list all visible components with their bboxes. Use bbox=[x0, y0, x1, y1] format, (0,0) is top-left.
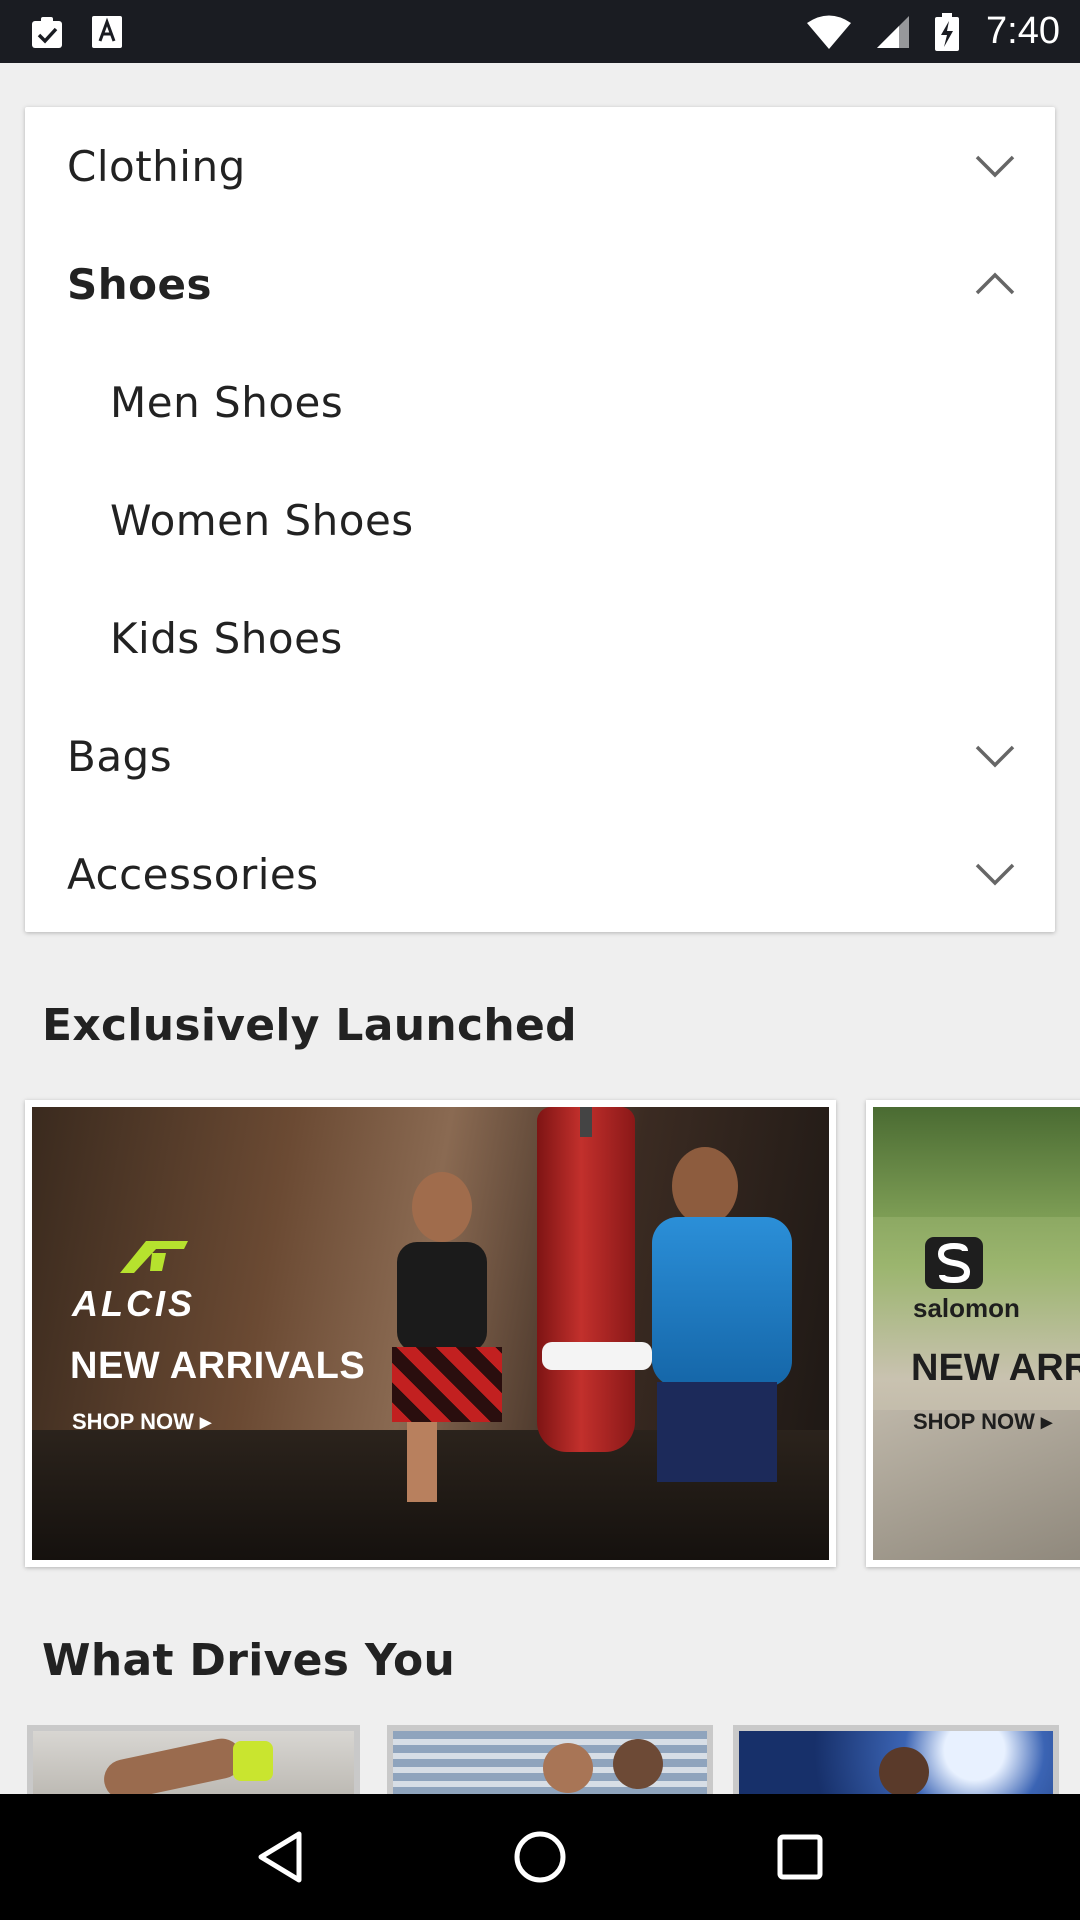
banner-headline: NEW ARRIVALS bbox=[70, 1345, 366, 1387]
status-bar: 7:40 bbox=[0, 0, 1080, 63]
recents-icon[interactable] bbox=[760, 1817, 840, 1897]
signal-icon bbox=[874, 13, 912, 51]
subcategory-item-women-shoes[interactable]: Women Shoes bbox=[25, 461, 1055, 579]
category-item-bags[interactable]: Bags bbox=[25, 697, 1055, 815]
subcategory-item-men-shoes[interactable]: Men Shoes bbox=[25, 343, 1055, 461]
athlete-man-image bbox=[542, 1147, 812, 1547]
wifi-icon bbox=[806, 13, 852, 51]
punching-bag-image bbox=[537, 1107, 635, 1452]
banner-image: salomon NEW ARR SHOP NOW ▸ bbox=[873, 1107, 1080, 1560]
category-label: Bags bbox=[67, 731, 173, 781]
subcategory-label: Women Shoes bbox=[110, 495, 414, 545]
banner-brand: ALCIS bbox=[72, 1283, 195, 1324]
banner-alcis[interactable]: ALCIS NEW ARRIVALS SHOP NOW ▸ bbox=[25, 1100, 836, 1567]
category-label: Clothing bbox=[67, 141, 246, 191]
section-title-drives: What Drives You bbox=[42, 1635, 456, 1686]
section-title-exclusive: Exclusively Launched bbox=[42, 1000, 577, 1051]
drives-tile-football[interactable] bbox=[733, 1725, 1059, 1795]
drives-tile-training[interactable] bbox=[387, 1725, 713, 1795]
banner-salomon[interactable]: salomon NEW ARR SHOP NOW ▸ bbox=[866, 1100, 1080, 1567]
subcategory-label: Kids Shoes bbox=[110, 613, 343, 663]
chevron-down-icon bbox=[975, 745, 1015, 768]
category-item-clothing[interactable]: Clothing bbox=[25, 107, 1055, 225]
salomon-logo-icon bbox=[925, 1237, 983, 1289]
subcategory-item-kids-shoes[interactable]: Kids Shoes bbox=[25, 579, 1055, 697]
banner-cta[interactable]: SHOP NOW ▸ bbox=[72, 1409, 211, 1435]
clipboard-check-icon bbox=[28, 13, 66, 51]
back-icon[interactable] bbox=[240, 1817, 320, 1897]
alcis-logo-icon bbox=[112, 1237, 192, 1275]
home-icon[interactable] bbox=[500, 1817, 580, 1897]
battery-charging-icon bbox=[934, 12, 960, 51]
category-list: Clothing Shoes Men Shoes Women Shoes Kid… bbox=[25, 107, 1055, 932]
subcategory-label: Men Shoes bbox=[110, 377, 344, 427]
banner-brand: salomon bbox=[913, 1293, 1020, 1323]
drives-tile-running[interactable] bbox=[27, 1725, 360, 1795]
navigation-bar bbox=[0, 1794, 1080, 1920]
category-item-accessories[interactable]: Accessories bbox=[25, 815, 1055, 933]
chevron-down-icon bbox=[975, 863, 1015, 886]
category-label: Accessories bbox=[67, 849, 319, 899]
category-item-shoes[interactable]: Shoes bbox=[25, 225, 1055, 343]
banner-image: ALCIS NEW ARRIVALS SHOP NOW ▸ bbox=[32, 1107, 829, 1560]
banner-headline: NEW ARR bbox=[911, 1347, 1080, 1389]
banner-cta[interactable]: SHOP NOW ▸ bbox=[913, 1409, 1052, 1435]
category-label: Shoes bbox=[67, 259, 212, 309]
athlete-woman-image bbox=[367, 1172, 517, 1502]
status-time: 7:40 bbox=[986, 10, 1060, 52]
font-a-icon bbox=[88, 13, 126, 51]
chevron-down-icon bbox=[975, 155, 1015, 178]
chevron-up-icon bbox=[975, 272, 1015, 295]
